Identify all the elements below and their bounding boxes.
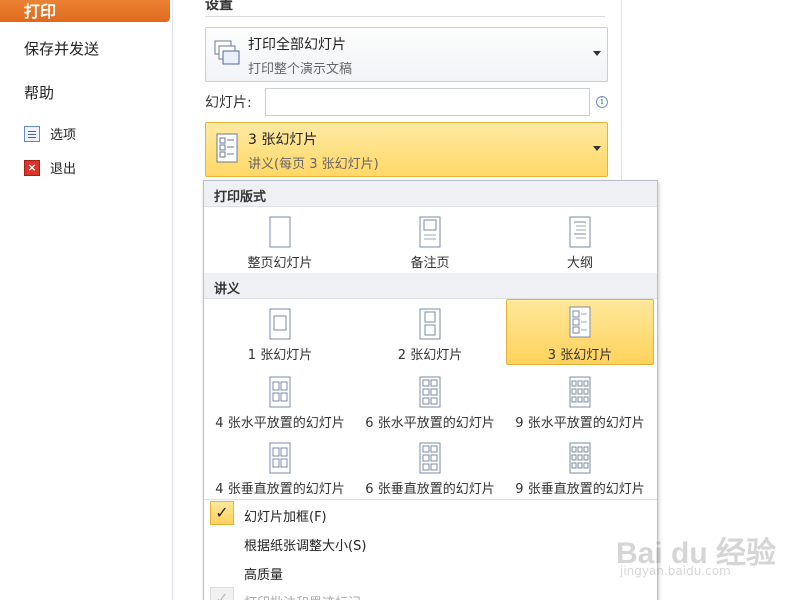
layout-dropdown[interactable]: 3 张幻灯片 讲义(每页 3 张幻灯片) — [205, 122, 608, 177]
slides-label: 幻灯片: — [205, 95, 252, 111]
print-layout-header-label: 打印版式 — [214, 190, 267, 205]
nav-print-label: 打印 — [24, 2, 57, 21]
nav-save-send[interactable]: 保存并发送 — [24, 38, 99, 59]
handout-2-icon — [419, 308, 441, 340]
option-high-quality[interactable]: 高质量 — [244, 564, 283, 583]
handout-6-horizontal[interactable]: 6 张水平放置的幻灯片 — [356, 369, 504, 433]
handout-1[interactable]: 1 张幻灯片 — [206, 301, 354, 365]
options-icon — [24, 125, 40, 142]
handout-6v-icon — [419, 442, 441, 474]
handout-4-vertical[interactable]: 4 张垂直放置的幻灯片 — [206, 435, 354, 499]
handout-1-icon — [269, 308, 291, 340]
handout-6h-icon — [419, 376, 441, 408]
layout-desc: 讲义(每页 3 张幻灯片) — [248, 157, 379, 172]
handout-9v-label: 9 张垂直放置的幻灯片 — [515, 482, 645, 497]
option-frame-slides[interactable]: 幻灯片加框(F) — [244, 506, 327, 525]
handout-3-icon — [216, 133, 238, 163]
comments-check[interactable]: ✓ — [210, 587, 234, 600]
handout-3-icon — [569, 306, 591, 338]
outline-icon — [569, 216, 591, 248]
nav-print-tab[interactable]: 打印 — [0, 0, 170, 22]
nav-exit-label: 退出 — [50, 162, 77, 177]
slides-field-row: 幻灯片: — [205, 88, 590, 116]
full-page-slide-icon — [269, 216, 291, 248]
handout-9h-label: 9 张水平放置的幻灯片 — [515, 416, 645, 431]
layout-title: 3 张幻灯片 — [248, 132, 318, 148]
handout-6h-label: 6 张水平放置的幻灯片 — [365, 416, 495, 431]
nav-exit[interactable]: × 退出 — [24, 158, 76, 177]
print-range-desc: 打印整个演示文稿 — [248, 62, 353, 77]
slides-stack-icon — [214, 40, 240, 65]
handout-2-label: 2 张幻灯片 — [397, 348, 463, 363]
handout-6v-label: 6 张垂直放置的幻灯片 — [365, 482, 495, 497]
backstage-nav: 打印 保存并发送 帮助 选项 × 退出 — [0, 0, 172, 600]
handout-1-label: 1 张幻灯片 — [247, 348, 313, 363]
print-range-dropdown[interactable]: 打印全部幻灯片 打印整个演示文稿 — [205, 27, 608, 82]
layout-notes-page[interactable]: 备注页 — [356, 209, 504, 273]
exit-icon: × — [24, 159, 40, 176]
watermark-url: jingyan.baidu.com — [620, 564, 731, 578]
chevron-down-icon — [593, 146, 601, 151]
handouts-header: 讲义 — [204, 273, 657, 299]
frame-slides-check[interactable]: ✓ — [210, 501, 234, 525]
handout-2[interactable]: 2 张幻灯片 — [356, 301, 504, 365]
print-layout-header: 打印版式 — [204, 181, 657, 207]
layout-notes-page-label: 备注页 — [410, 256, 450, 271]
handout-3-label: 3 张幻灯片 — [547, 348, 613, 363]
notes-page-icon — [419, 216, 441, 248]
handout-9h-icon — [569, 376, 591, 408]
settings-title: 设置 — [205, 0, 605, 17]
layout-outline[interactable]: 大纲 — [506, 209, 654, 273]
layout-outline-label: 大纲 — [566, 256, 593, 271]
handout-9-vertical[interactable]: 9 张垂直放置的幻灯片 — [506, 435, 654, 499]
chevron-down-icon — [593, 51, 601, 56]
print-range-title: 打印全部幻灯片 — [248, 37, 346, 53]
nav-options[interactable]: 选项 — [24, 124, 76, 143]
layout-menu-panel: 打印版式 整页幻灯片 备注页 大纲 讲义 1 张幻灯片 2 张幻灯片 3 张幻灯… — [203, 180, 658, 600]
handouts-header-label: 讲义 — [214, 282, 241, 297]
option-scale-to-fit[interactable]: 根据纸张调整大小(S) — [244, 535, 366, 554]
handout-4v-icon — [269, 442, 291, 474]
handout-9v-icon — [569, 442, 591, 474]
handout-3[interactable]: 3 张幻灯片 — [506, 299, 654, 365]
option-print-comments[interactable]: 打印批注和墨迹标记 — [244, 592, 361, 600]
info-icon[interactable]: i — [596, 96, 608, 108]
handout-4-horizontal[interactable]: 4 张水平放置的幻灯片 — [206, 369, 354, 433]
handout-4h-icon — [269, 376, 291, 408]
nav-help[interactable]: 帮助 — [24, 82, 54, 103]
layout-full-page-label: 整页幻灯片 — [247, 256, 313, 271]
handout-4h-label: 4 张水平放置的幻灯片 — [215, 416, 345, 431]
options-separator — [204, 499, 657, 500]
layout-full-page[interactable]: 整页幻灯片 — [206, 209, 354, 273]
baidu-watermark: Bai du 经验 jingyan.baidu.com — [612, 512, 792, 592]
nav-options-label: 选项 — [50, 128, 77, 143]
handout-9-horizontal[interactable]: 9 张水平放置的幻灯片 — [506, 369, 654, 433]
handout-6-vertical[interactable]: 6 张垂直放置的幻灯片 — [356, 435, 504, 499]
slides-input[interactable] — [265, 88, 590, 116]
handout-4v-label: 4 张垂直放置的幻灯片 — [215, 482, 345, 497]
